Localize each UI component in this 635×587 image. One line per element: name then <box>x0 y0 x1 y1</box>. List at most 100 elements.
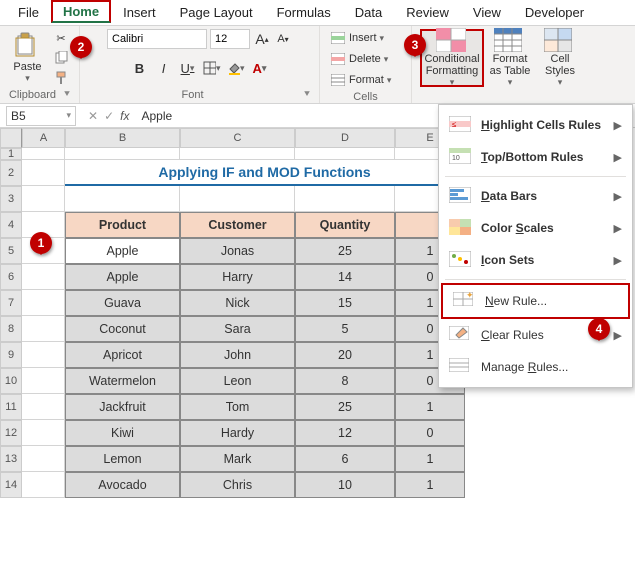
table-cell[interactable]: Apple <box>65 238 180 264</box>
cancel-formula-icon[interactable]: ✕ <box>88 109 98 123</box>
menu-color-scales[interactable]: Color Scales ▶ <box>439 212 632 244</box>
table-cell[interactable]: 20 <box>295 342 395 368</box>
delete-cells-button[interactable]: Delete ▾ <box>328 50 393 68</box>
underline-button[interactable]: U ▾ <box>179 59 197 77</box>
menu-top-bottom-rules[interactable]: 10 Top/Bottom Rules ▶ <box>439 141 632 173</box>
fill-color-button[interactable]: ▾ <box>227 59 245 77</box>
table-cell[interactable]: Watermelon <box>65 368 180 394</box>
table-cell[interactable]: Mark <box>180 446 295 472</box>
row-header[interactable]: 7 <box>0 290 22 316</box>
table-cell[interactable]: Sara <box>180 316 295 342</box>
table-cell[interactable]: Apricot <box>65 342 180 368</box>
table-cell[interactable]: 14 <box>295 264 395 290</box>
tab-page-layout[interactable]: Page Layout <box>168 1 265 24</box>
cell[interactable] <box>22 186 65 212</box>
cell[interactable] <box>295 186 395 212</box>
table-cell[interactable]: 25 <box>295 238 395 264</box>
table-cell[interactable]: Guava <box>65 290 180 316</box>
cell[interactable] <box>22 368 65 394</box>
fx-icon[interactable]: fx <box>120 109 129 123</box>
table-cell[interactable]: 0 <box>395 420 465 446</box>
cell[interactable] <box>22 160 65 186</box>
table-cell[interactable]: 25 <box>295 394 395 420</box>
table-cell[interactable]: Jonas <box>180 238 295 264</box>
table-cell[interactable]: Lemon <box>65 446 180 472</box>
dialog-launcher-icon[interactable]: ⯆ <box>303 89 311 100</box>
table-cell[interactable]: Nick <box>180 290 295 316</box>
cell[interactable] <box>22 446 65 472</box>
row-header[interactable]: 2 <box>0 160 22 186</box>
row-header[interactable]: 8 <box>0 316 22 342</box>
select-all-corner[interactable] <box>0 128 22 148</box>
cell-styles-button[interactable]: Cell Styles▾ <box>536 30 584 86</box>
table-cell[interactable]: 8 <box>295 368 395 394</box>
table-cell[interactable]: 10 <box>295 472 395 498</box>
format-painter-button[interactable] <box>51 69 71 87</box>
cell[interactable] <box>65 186 180 212</box>
name-box[interactable]: B5▾ <box>6 106 76 126</box>
table-cell[interactable]: 5 <box>295 316 395 342</box>
format-as-table-button[interactable]: Format as Table▾ <box>486 30 534 86</box>
cell[interactable] <box>22 342 65 368</box>
row-header[interactable]: 4 <box>0 212 22 238</box>
row-header[interactable]: 12 <box>0 420 22 446</box>
table-cell[interactable]: Harry <box>180 264 295 290</box>
cell[interactable] <box>295 148 395 160</box>
tab-view[interactable]: View <box>461 1 513 24</box>
paste-button[interactable]: Paste ▾ <box>8 30 47 86</box>
table-header[interactable]: Product <box>65 212 180 238</box>
insert-cells-button[interactable]: Insert ▾ <box>328 29 393 47</box>
format-cells-button[interactable]: Format ▾ <box>328 71 393 89</box>
conditional-formatting-button[interactable]: Conditional Formatting▾ <box>420 29 484 87</box>
decrease-font-button[interactable]: A▾ <box>274 30 292 48</box>
table-cell[interactable]: Hardy <box>180 420 295 446</box>
cell[interactable] <box>180 186 295 212</box>
bold-button[interactable]: B <box>131 59 149 77</box>
title-cell[interactable]: Applying IF and MOD Functions <box>65 160 465 186</box>
table-cell[interactable]: Jackfruit <box>65 394 180 420</box>
tab-developer[interactable]: Developer <box>513 1 596 24</box>
menu-icon-sets[interactable]: Icon Sets ▶ <box>439 244 632 276</box>
row-header[interactable]: 5 <box>0 238 22 264</box>
tab-file[interactable]: File <box>6 1 51 24</box>
row-header[interactable]: 9 <box>0 342 22 368</box>
italic-button[interactable]: I <box>155 59 173 77</box>
tab-data[interactable]: Data <box>343 1 394 24</box>
cell[interactable] <box>22 420 65 446</box>
table-cell[interactable]: Chris <box>180 472 295 498</box>
font-size-select[interactable] <box>210 29 250 49</box>
table-cell[interactable]: Kiwi <box>65 420 180 446</box>
font-family-select[interactable] <box>107 29 207 49</box>
row-header[interactable]: 1 <box>0 148 22 160</box>
column-header[interactable]: A <box>22 128 65 148</box>
table-cell[interactable]: 1 <box>395 394 465 420</box>
row-header[interactable]: 3 <box>0 186 22 212</box>
tab-review[interactable]: Review <box>394 1 461 24</box>
column-header[interactable]: B <box>65 128 180 148</box>
dialog-launcher-icon[interactable]: ⯆ <box>63 89 71 100</box>
table-cell[interactable]: 12 <box>295 420 395 446</box>
cell[interactable] <box>65 148 180 160</box>
table-header[interactable]: Quantity <box>295 212 395 238</box>
table-cell[interactable]: 15 <box>295 290 395 316</box>
row-header[interactable]: 6 <box>0 264 22 290</box>
cell[interactable] <box>22 316 65 342</box>
row-header[interactable]: 11 <box>0 394 22 420</box>
table-cell[interactable]: Coconut <box>65 316 180 342</box>
menu-manage-rules[interactable]: Manage Rules... <box>439 351 632 383</box>
cell[interactable] <box>22 472 65 498</box>
table-cell[interactable]: Apple <box>65 264 180 290</box>
table-cell[interactable]: 1 <box>395 472 465 498</box>
table-cell[interactable]: John <box>180 342 295 368</box>
table-cell[interactable]: Tom <box>180 394 295 420</box>
table-cell[interactable]: 6 <box>295 446 395 472</box>
column-header[interactable]: D <box>295 128 395 148</box>
table-cell[interactable]: Avocado <box>65 472 180 498</box>
row-header[interactable]: 14 <box>0 472 22 498</box>
table-header[interactable]: Customer <box>180 212 295 238</box>
cell[interactable] <box>22 264 65 290</box>
menu-data-bars[interactable]: Data Bars ▶ <box>439 180 632 212</box>
cut-button[interactable]: ✂ <box>51 29 71 47</box>
menu-highlight-cells-rules[interactable]: ≤ HHighlight Cells Rulesighlight Cells R… <box>439 109 632 141</box>
tab-formulas[interactable]: Formulas <box>265 1 343 24</box>
